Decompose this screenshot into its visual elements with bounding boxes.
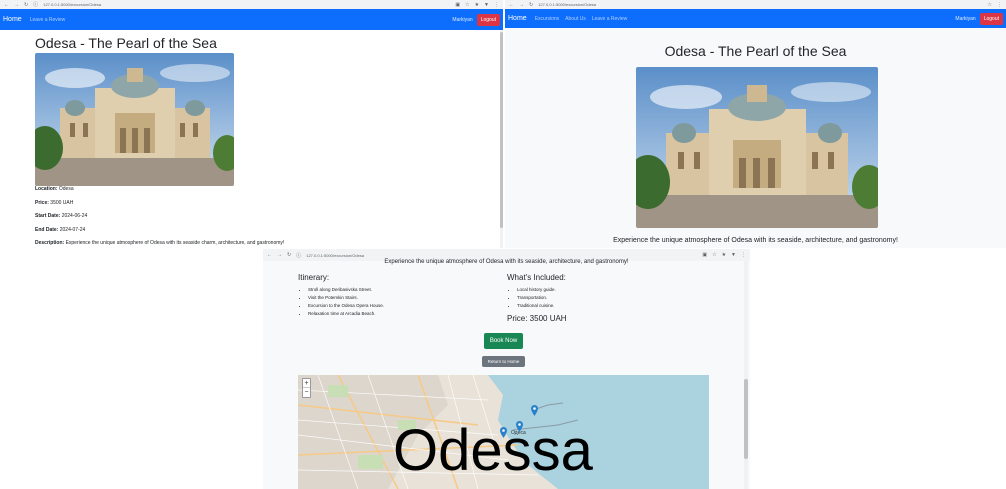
page-title: Odesa - The Pearl of the Sea	[664, 43, 847, 59]
back-icon[interactable]: ←	[4, 2, 9, 8]
zoom-out-button[interactable]: −	[303, 388, 310, 397]
itinerary-heading: Itinerary:	[298, 273, 330, 282]
book-now-button[interactable]: Book Now	[484, 333, 523, 349]
address-bar[interactable]: 127.0.0.1:5000/excursion/Odesa	[538, 2, 982, 7]
included-list: Local history guide. Transportation. Tra…	[517, 286, 556, 310]
odesa-opera-photo	[636, 67, 878, 228]
nav-about-link[interactable]: About Us	[565, 16, 586, 22]
browser-toolbar: ← → ↻ 127.0.0.1:5000/excursion/Odesa ☆ ⋮	[505, 0, 1006, 9]
list-item: Stroll along Deribasivska Street.	[308, 286, 384, 294]
map-marker-icon[interactable]	[531, 403, 538, 416]
nav-leave-review-link[interactable]: Leave a Review	[30, 17, 66, 23]
address-bar[interactable]: 127.0.0.1:5000/excursion/Odesa	[306, 253, 697, 258]
list-item: Transportation.	[517, 294, 556, 302]
detail-price: Price: 3500 UAH	[35, 200, 74, 206]
reload-icon[interactable]: ↻	[529, 2, 533, 8]
screenshot-panel-secondary: ← → ↻ 127.0.0.1:5000/excursion/Odesa ☆ ⋮…	[505, 0, 1006, 248]
reload-icon[interactable]: ↻	[287, 252, 291, 258]
zoom-in-button[interactable]: +	[303, 379, 310, 388]
scrollbar-thumb[interactable]	[500, 32, 503, 228]
included-price: Price: 3500 UAH	[507, 314, 567, 323]
star-icon[interactable]: ☆	[988, 2, 992, 8]
forward-icon[interactable]: →	[14, 2, 19, 8]
list-item: Visit the Potemkin Stairs.	[308, 294, 384, 302]
scrollbar-thumb[interactable]	[744, 379, 748, 459]
forward-icon[interactable]: →	[277, 252, 282, 258]
reload-icon[interactable]: ↻	[24, 2, 28, 8]
translate-icon[interactable]: ▣	[455, 2, 460, 8]
page-title: Odesa - The Pearl of the Sea	[35, 35, 217, 51]
detail-start-date: Start Date: 2024-06-24	[35, 213, 88, 219]
star-icon[interactable]: ☆	[465, 2, 469, 8]
list-item: Excursion to the Odesa Opera House.	[308, 302, 384, 310]
menu-icon[interactable]: ⋮	[494, 2, 499, 8]
nav-excursions-link[interactable]: Excursions	[535, 16, 559, 22]
odesa-opera-photo	[35, 53, 234, 186]
browser-toolbar: ← → ↻ ⓘ 127.0.0.1:5000/excursion/Odesa ▣…	[0, 0, 503, 9]
address-bar[interactable]: 127.0.0.1:5000/excursion/Odesa	[43, 2, 450, 7]
star-icon[interactable]: ☆	[712, 252, 716, 258]
info-icon[interactable]: ⓘ	[296, 252, 301, 259]
list-item: Relaxation time at Arcadia Beach.	[308, 310, 384, 318]
screenshot-panel-main: ← → ↻ ⓘ 127.0.0.1:5000/excursion/Odesa ▣…	[0, 0, 503, 248]
extension-icon[interactable]: ★	[722, 252, 726, 258]
translate-icon[interactable]: ▣	[702, 252, 707, 258]
back-icon[interactable]: ←	[509, 2, 514, 8]
back-icon[interactable]: ←	[267, 252, 272, 258]
page-subtitle: Experience the unique atmosphere of Odes…	[613, 237, 898, 244]
nav-leave-review-link[interactable]: Leave a Review	[592, 16, 628, 22]
logout-button[interactable]: Logout	[979, 12, 1003, 25]
forward-icon[interactable]: →	[519, 2, 524, 8]
list-item: Traditional cuisine.	[517, 302, 556, 310]
detail-location: Location: Odesa	[35, 186, 74, 192]
map-zoom-control: + −	[302, 378, 311, 398]
detail-end-date: End Date: 2024-07-24	[35, 227, 86, 233]
download-icon[interactable]: ▼	[731, 252, 736, 258]
detail-description: Description: Experience the unique atmos…	[35, 240, 285, 246]
nav-home-link[interactable]: Home	[508, 15, 527, 22]
nav-home-link[interactable]: Home	[3, 16, 22, 23]
menu-icon[interactable]: ⋮	[997, 2, 1002, 8]
navbar: Home Leave a Review Markiyan Logout	[0, 9, 503, 30]
download-icon[interactable]: ▼	[484, 2, 489, 8]
included-heading: What's Included:	[507, 273, 566, 282]
overlay-caption: Odessa	[393, 418, 593, 483]
logout-button[interactable]: Logout	[476, 13, 500, 26]
navbar: Home Excursions About Us Leave a Review …	[505, 9, 1006, 28]
list-item: Local history guide.	[517, 286, 556, 294]
return-home-button[interactable]: Return to Home	[482, 356, 525, 367]
info-icon[interactable]: ⓘ	[33, 1, 38, 8]
extension-icon[interactable]: ★	[475, 2, 479, 8]
nav-username: Markiyan	[955, 15, 976, 22]
menu-icon[interactable]: ⋮	[741, 252, 746, 258]
itinerary-list: Stroll along Deribasivska Street. Visit …	[308, 286, 384, 318]
nav-username: Markiyan	[452, 16, 473, 23]
page-subtitle: Experience the unique atmosphere of Odes…	[384, 259, 629, 265]
